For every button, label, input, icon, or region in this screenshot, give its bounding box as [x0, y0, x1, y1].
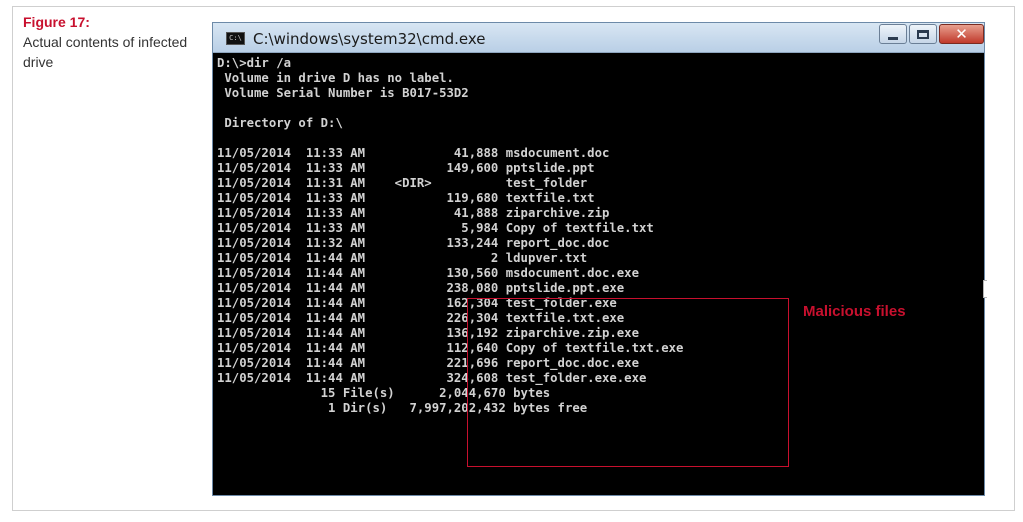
maximize-icon — [917, 29, 929, 39]
malicious-files-highlight — [467, 298, 789, 467]
console-line: 11/05/2014 11:31 AM <DIR> test_folder — [217, 176, 588, 190]
close-button[interactable]: ✕ — [939, 24, 984, 44]
figure-label: Figure 17: — [23, 14, 90, 30]
console-line: D:\>dir /a — [217, 56, 292, 70]
console-line: 11/05/2014 11:33 AM 149,600 pptslide.ppt — [217, 161, 595, 175]
console-line: 11/05/2014 11:33 AM 5,984 Copy of textfi… — [217, 221, 654, 235]
console-line: 11/05/2014 11:44 AM 130,560 msdocument.d… — [217, 266, 639, 280]
title-bar[interactable]: C:\ C:\windows\system32\cmd.exe ✕ — [213, 23, 984, 53]
console-line: 11/05/2014 11:44 AM 238,080 pptslide.ppt… — [217, 281, 625, 295]
cmd-icon[interactable]: C:\ — [226, 32, 245, 45]
console-line: Volume Serial Number is B017-53D2 — [217, 86, 469, 100]
window-title: C:\windows\system32\cmd.exe — [253, 30, 486, 48]
console-line: 11/05/2014 11:33 AM 119,680 textfile.txt — [217, 191, 595, 205]
console-line: 11/05/2014 11:44 AM 2 ldupver.txt — [217, 251, 588, 265]
scrollbar-edge[interactable] — [983, 280, 987, 298]
minimize-button[interactable] — [879, 24, 907, 44]
console-line: 11/05/2014 11:33 AM 41,888 msdocument.do… — [217, 146, 610, 160]
figure-caption: Figure 17: Actual contents of infected d… — [23, 12, 193, 72]
close-icon: ✕ — [955, 25, 968, 43]
console-line: 11/05/2014 11:33 AM 41,888 ziparchive.zi… — [217, 206, 610, 220]
maximize-button[interactable] — [909, 24, 937, 44]
malicious-files-label: Malicious files — [803, 303, 906, 320]
figure-caption-text: Actual contents of infected drive — [23, 34, 188, 70]
console-line: 11/05/2014 11:32 AM 133,244 report_doc.d… — [217, 236, 610, 250]
minimize-icon — [888, 36, 898, 40]
console-line: Directory of D:\ — [217, 116, 343, 130]
console-line: Volume in drive D has no label. — [217, 71, 454, 85]
